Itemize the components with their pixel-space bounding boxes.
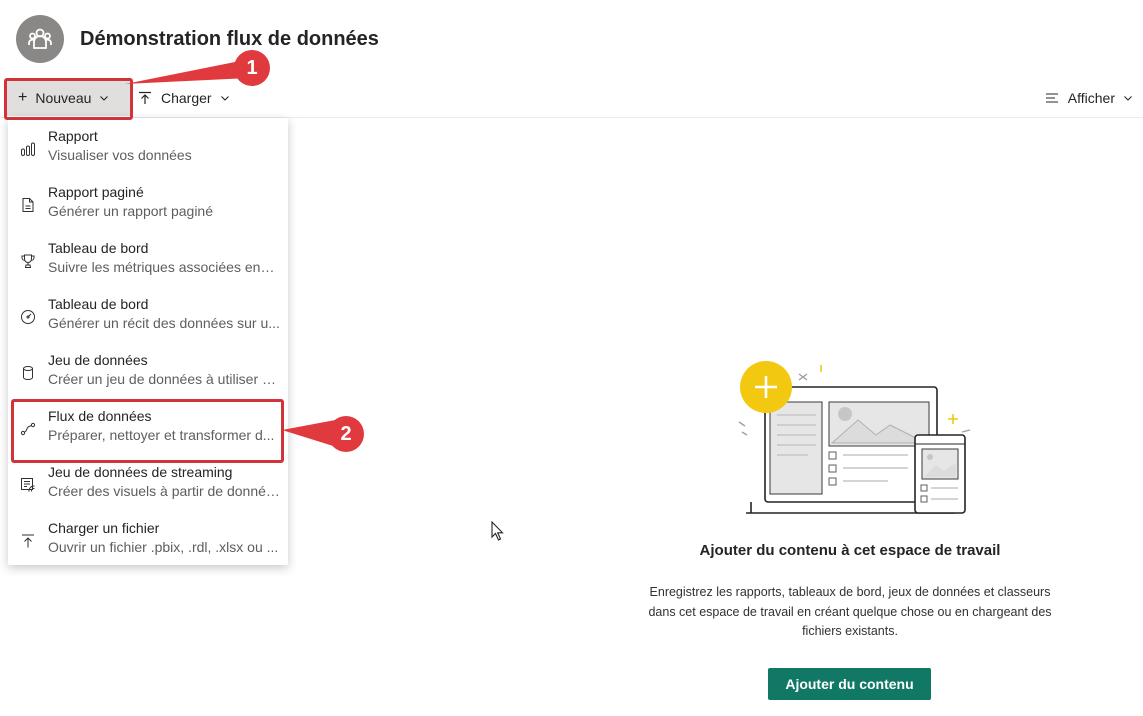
upload-button-label: Charger <box>161 90 212 106</box>
empty-state-description: Enregistrez les rapports, tableaux de bo… <box>648 585 1052 638</box>
toolbar: + Nouveau Charger Afficher <box>0 80 1143 118</box>
menu-item-description: Ouvrir un fichier .pbix, .rdl, .xlsx ou … <box>48 539 279 555</box>
menu-item-upload-file[interactable]: Charger un fichier Ouvrir un fichier .pb… <box>8 515 288 571</box>
trophy-icon <box>21 254 35 268</box>
menu-item-description: Visualiser vos données <box>48 147 192 163</box>
menu-item-title: Rapport paginé <box>48 184 144 200</box>
menu-item-description: Suivre les métriques associées ense... <box>48 259 280 275</box>
dataflow-icon <box>20 422 36 436</box>
menu-item-report[interactable]: Rapport Visualiser vos données <box>8 123 288 179</box>
menu-item-dataflow[interactable]: Flux de données Préparer, nettoyer et tr… <box>8 403 288 459</box>
workspace-header: Démonstration flux de données <box>16 15 379 63</box>
new-button[interactable]: + Nouveau <box>6 80 130 116</box>
plus-icon: + <box>18 89 28 106</box>
gauge-icon <box>21 310 35 324</box>
menu-item-description: Créer des visuels à partir de donnée... <box>48 483 280 499</box>
list-view-icon <box>1045 93 1058 103</box>
callout-badge-2: 2 <box>328 416 364 452</box>
upload-icon <box>139 91 151 104</box>
database-icon <box>23 366 33 380</box>
menu-item-title: Jeu de données <box>48 352 148 368</box>
menu-item-title: Flux de données <box>48 408 152 424</box>
menu-item-title: Tableau de bord <box>48 296 149 312</box>
view-button[interactable]: Afficher <box>1045 80 1133 116</box>
bar-chart-icon <box>21 142 35 156</box>
add-content-button[interactable]: Ajouter du contenu <box>768 668 931 700</box>
group-icon <box>28 28 52 49</box>
paginated-report-icon <box>22 198 34 212</box>
menu-item-title: Tableau de bord <box>48 240 149 256</box>
chevron-down-icon <box>220 96 229 101</box>
streaming-icon <box>21 478 35 492</box>
menu-item-title: Jeu de données de streaming <box>48 464 233 480</box>
view-button-label: Afficher <box>1067 90 1115 106</box>
workspace-avatar <box>16 15 64 63</box>
menu-item-dashboard[interactable]: Tableau de bord Suivre les métriques ass… <box>8 235 288 291</box>
menu-item-scorecard[interactable]: Tableau de bord Générer un récit des don… <box>8 291 288 347</box>
callout-badge-1: 1 <box>234 50 270 86</box>
menu-item-description: Créer un jeu de données à utiliser d... <box>48 371 280 387</box>
menu-item-description: Générer un rapport paginé <box>48 203 213 219</box>
menu-item-streaming-dataset[interactable]: Jeu de données de streaming Créer des vi… <box>8 459 288 515</box>
page-title: Démonstration flux de données <box>80 27 379 50</box>
chevron-down-icon <box>1124 96 1132 101</box>
menu-item-dataset[interactable]: Jeu de données Créer un jeu de données à… <box>8 347 288 403</box>
new-menu: Rapport Visualiser vos données Rapport p… <box>8 118 288 565</box>
menu-item-description: Générer un récit des données sur u... <box>48 315 280 331</box>
new-button-label: Nouveau <box>35 90 92 106</box>
empty-state-title: Ajouter du contenu à cet espace de trava… <box>699 542 1001 559</box>
chevron-down-icon <box>100 96 109 101</box>
upload-button[interactable]: Charger <box>134 80 230 116</box>
devices-illustration <box>738 361 971 514</box>
mouse-cursor-icon <box>491 521 504 541</box>
menu-item-description: Préparer, nettoyer et transformer d... <box>48 427 275 443</box>
menu-item-title: Rapport <box>48 128 98 144</box>
menu-item-title: Charger un fichier <box>48 520 160 536</box>
menu-item-paginated-report[interactable]: Rapport paginé Générer un rapport paginé <box>8 179 288 235</box>
upload-icon <box>22 534 34 548</box>
